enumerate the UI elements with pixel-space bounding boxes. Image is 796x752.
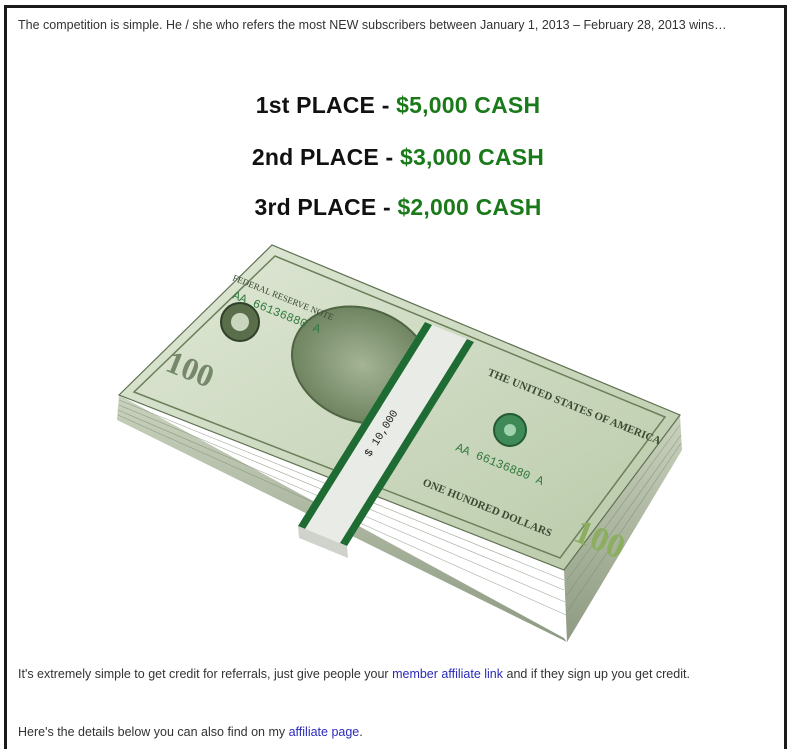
second-place-amount: $3,000 CASH — [399, 144, 545, 170]
second-place-prize: 2nd PLACE - $3,000 CASH — [0, 144, 796, 171]
money-stack-image: 100 100 FEDERAL RESERVE NOTE AA 66136880… — [117, 244, 682, 642]
first-place-prize: 1st PLACE - $5,000 CASH — [0, 92, 796, 119]
details-text-end: . — [359, 725, 363, 739]
third-place-amount: $2,000 CASH — [397, 194, 542, 220]
first-place-amount: $5,000 CASH — [396, 92, 541, 118]
credit-text-start: It's extremely simple to get credit for … — [18, 667, 393, 681]
credit-paragraph: It's extremely simple to get credit for … — [18, 664, 788, 685]
member-affiliate-link[interactable]: member affiliate link — [392, 667, 503, 681]
details-text-start: Here's the details below you can also fi… — [18, 725, 289, 739]
credit-text-end: and if they sign up you get credit. — [503, 667, 690, 681]
intro-text: The competition is simple. He / she who … — [18, 18, 727, 32]
second-place-label: 2nd PLACE - — [251, 144, 400, 170]
third-place-prize: 3rd PLACE - $2,000 CASH — [0, 194, 796, 221]
first-place-label: 1st PLACE - — [255, 92, 397, 118]
third-place-label: 3rd PLACE - — [254, 194, 398, 220]
details-paragraph: Here's the details below you can also fi… — [18, 722, 788, 743]
affiliate-page-link[interactable]: affiliate page — [289, 725, 360, 739]
